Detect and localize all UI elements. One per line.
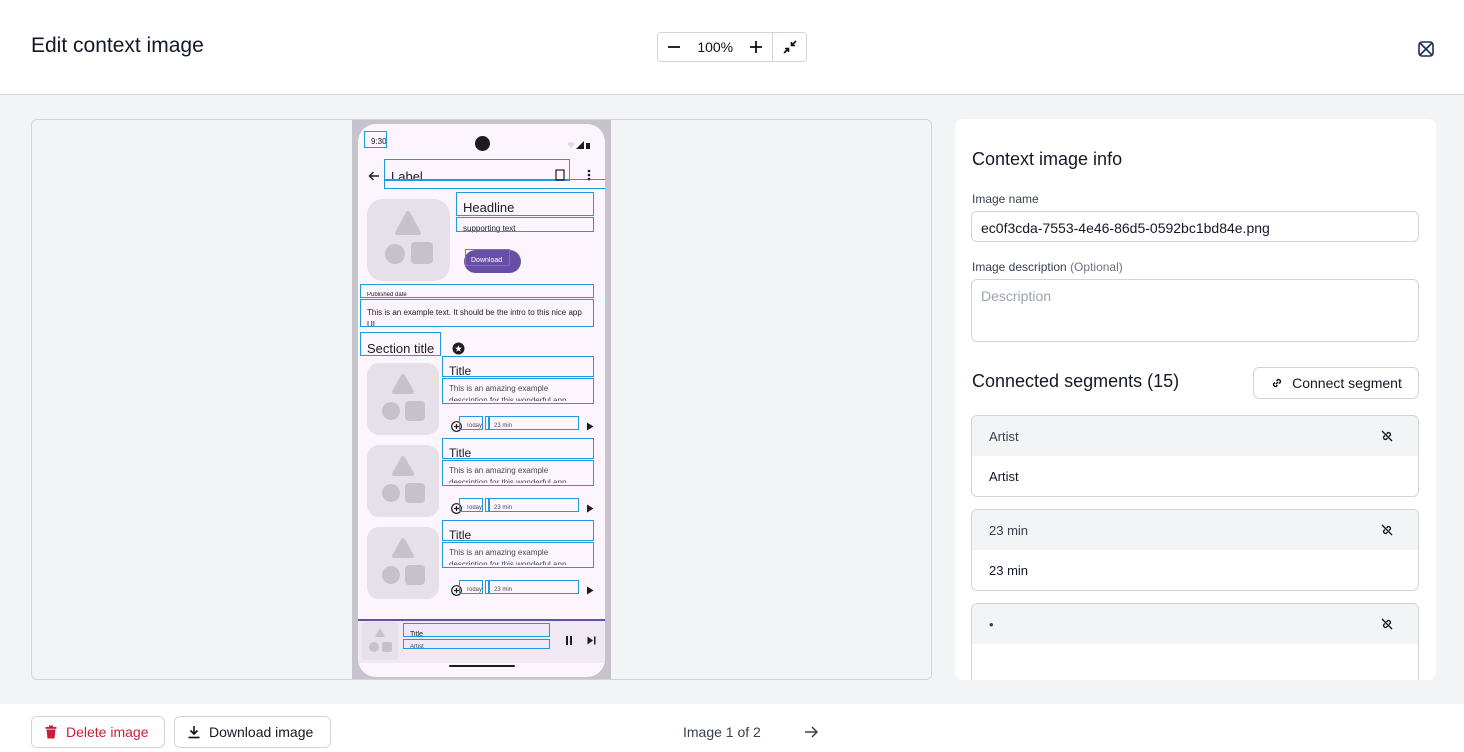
delete-image-label: Delete image xyxy=(66,724,149,740)
image-description-label: Image description (Optional) xyxy=(972,260,1123,274)
segment-header: 23 min xyxy=(972,510,1418,550)
skip-next-icon[interactable] xyxy=(587,636,596,645)
shapes-placeholder-icon xyxy=(385,211,433,264)
camera-dot xyxy=(475,136,490,151)
shapes-placeholder-icon xyxy=(382,374,425,421)
shapes-placeholder-icon xyxy=(382,538,425,585)
bbox-item-title[interactable] xyxy=(442,438,594,459)
arrow-right-icon[interactable] xyxy=(803,724,819,740)
zoom-control: 100% xyxy=(657,32,807,62)
panel-heading: Context image info xyxy=(972,149,1123,169)
segment-value: 23 min xyxy=(989,563,1029,578)
segment-card: 23 min 23 min xyxy=(971,509,1419,591)
bbox-status-time[interactable] xyxy=(364,131,387,148)
fit-to-screen-button[interactable] xyxy=(773,33,806,61)
segment-label: • xyxy=(989,617,994,632)
bbox-item-meta[interactable] xyxy=(459,580,483,594)
star-circle-icon[interactable] xyxy=(452,342,465,355)
player-thumbnail xyxy=(362,622,398,660)
editor-body: 9:30 Label Headline supporting text Down… xyxy=(0,95,1464,704)
connect-segment-button[interactable]: Connect segment xyxy=(1253,367,1419,399)
back-arrow-icon[interactable] xyxy=(368,170,380,182)
phone-screen: 9:30 Label Headline supporting text Down… xyxy=(358,124,605,677)
bbox-intro[interactable] xyxy=(360,299,594,327)
plus-icon xyxy=(750,41,763,53)
description-label-text: Image description xyxy=(972,260,1067,274)
bbox-item-title[interactable] xyxy=(442,356,594,377)
bbox-item-meta[interactable] xyxy=(489,416,579,430)
bbox-top-label[interactable] xyxy=(384,159,570,181)
segment-body: Artist xyxy=(972,456,1418,496)
unlink-icon[interactable] xyxy=(1380,617,1394,631)
segment-header: Artist xyxy=(972,416,1418,456)
minus-icon xyxy=(668,46,681,48)
segment-label: 23 min xyxy=(989,523,1029,538)
bbox-item-meta[interactable] xyxy=(489,498,579,512)
shapes-placeholder-icon xyxy=(369,628,392,652)
image-canvas[interactable]: 9:30 Label Headline supporting text Down… xyxy=(31,119,932,680)
dialog-title: Edit context image xyxy=(31,34,204,57)
unlink-icon[interactable] xyxy=(1380,523,1394,537)
home-indicator xyxy=(449,665,515,667)
segment-value: Artist xyxy=(989,469,1019,484)
bbox-item-desc[interactable] xyxy=(442,460,594,486)
dialog-header: Edit context image 100% xyxy=(0,0,1464,95)
close-icon xyxy=(1418,41,1434,57)
bbox-player-title[interactable] xyxy=(403,623,550,637)
play-icon[interactable] xyxy=(586,586,594,595)
shapes-placeholder-icon xyxy=(382,456,425,503)
hero-image xyxy=(367,199,450,281)
unlink-icon[interactable] xyxy=(1380,429,1394,443)
zoom-level: 100% xyxy=(697,39,734,55)
signal-icon xyxy=(567,141,590,149)
optional-tag: (Optional) xyxy=(1070,260,1123,274)
bbox-supporting[interactable] xyxy=(456,217,594,232)
bbox-top-bar[interactable] xyxy=(384,179,605,189)
segment-card: • xyxy=(971,603,1419,680)
download-image-label: Download image xyxy=(209,724,314,740)
segment-card: Artist Artist xyxy=(971,415,1419,497)
play-icon[interactable] xyxy=(586,422,594,431)
dialog-footer: Delete image Download image Image 1 of 2 xyxy=(0,704,1464,752)
delete-image-button[interactable]: Delete image xyxy=(31,716,165,748)
zoom-in-button[interactable] xyxy=(740,33,773,61)
context-image: 9:30 Label Headline supporting text Down… xyxy=(352,120,611,679)
segment-label: Artist xyxy=(989,429,1019,444)
segment-body xyxy=(972,644,1418,680)
zoom-out-button[interactable] xyxy=(658,33,691,61)
context-info-panel: Context image info Image name ec0f3cda-7… xyxy=(955,119,1436,680)
download-icon xyxy=(188,726,200,739)
bbox-section-title[interactable] xyxy=(360,332,441,356)
bbox-item-desc[interactable] xyxy=(442,542,594,568)
item-thumbnail xyxy=(367,445,439,517)
bbox-item-desc[interactable] xyxy=(442,378,594,404)
image-description-field[interactable]: Description xyxy=(971,279,1419,342)
image-pager: Image 1 of 2 xyxy=(683,724,761,740)
collapse-icon xyxy=(783,40,797,54)
connected-segments-title: Connected segments (15) xyxy=(972,371,1180,391)
bbox-headline[interactable] xyxy=(456,192,594,216)
trash-icon xyxy=(45,725,57,739)
play-icon[interactable] xyxy=(586,504,594,513)
image-name-label: Image name xyxy=(972,192,1039,206)
item-thumbnail xyxy=(367,527,439,599)
pause-icon[interactable] xyxy=(565,636,573,645)
bookmark-icon[interactable] xyxy=(555,169,565,181)
segment-body: 23 min xyxy=(972,550,1418,590)
segment-header: • xyxy=(972,604,1418,644)
link-icon xyxy=(1272,378,1282,388)
bbox-item-meta[interactable] xyxy=(489,580,579,594)
bbox-item-title[interactable] xyxy=(442,520,594,541)
bbox-item-meta[interactable] xyxy=(459,498,483,512)
bbox-item-meta[interactable] xyxy=(459,416,483,430)
connect-segment-label: Connect segment xyxy=(1292,375,1402,391)
more-vert-icon[interactable] xyxy=(587,169,591,181)
bbox-download[interactable] xyxy=(465,249,510,266)
download-image-button[interactable]: Download image xyxy=(174,716,331,748)
close-button[interactable] xyxy=(1414,37,1438,61)
bbox-published[interactable] xyxy=(360,284,594,298)
image-name-input[interactable]: ec0f3cda-7553-4e46-86d5-0592bc1bd84e.png xyxy=(971,211,1419,242)
bbox-player-artist[interactable] xyxy=(403,639,550,649)
item-thumbnail xyxy=(367,363,439,435)
